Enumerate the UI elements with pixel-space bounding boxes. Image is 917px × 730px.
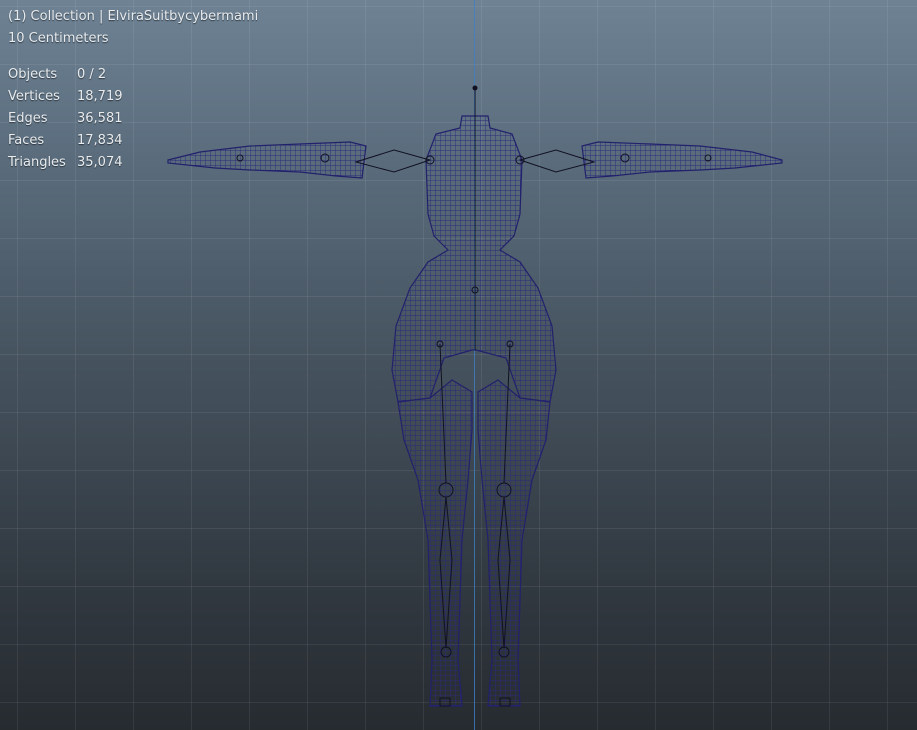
- stat-value: 36,581: [77, 111, 123, 126]
- stat-label: Objects: [8, 67, 58, 82]
- stat-value: 0 / 2: [77, 67, 107, 82]
- viewport-text-overlay: (1) Collection | ElviraSuitbycybermami 1…: [8, 6, 258, 174]
- stat-label: Faces: [8, 133, 45, 148]
- collection-label: (1) Collection | ElviraSuitbycybermami: [8, 9, 259, 24]
- stat-edges: Edges 36,581: [8, 108, 258, 130]
- stat-value: 35,074: [77, 155, 123, 170]
- stat-label: Vertices: [8, 89, 60, 104]
- stat-triangles: Triangles 35,074: [8, 152, 258, 174]
- right-arm-mesh: [581, 141, 783, 179]
- 3d-viewport[interactable]: (1) Collection | ElviraSuitbycybermami 1…: [0, 0, 917, 730]
- left-leg-mesh: [397, 379, 473, 707]
- grid-units-label: 10 Centimeters: [8, 31, 109, 46]
- torso-mesh: [391, 115, 557, 403]
- stat-faces: Faces 17,834: [8, 130, 258, 152]
- stat-objects: Objects 0 / 2: [8, 64, 258, 86]
- stat-label: Edges: [8, 111, 48, 126]
- right-leg-mesh: [477, 379, 551, 707]
- stat-label: Triangles: [8, 155, 66, 170]
- stat-value: 17,834: [77, 133, 123, 148]
- stat-vertices: Vertices 18,719: [8, 86, 258, 108]
- stat-value: 18,719: [77, 89, 123, 104]
- scene-statistics: Objects 0 / 2 Vertices 18,719 Edges 36,5…: [8, 64, 258, 174]
